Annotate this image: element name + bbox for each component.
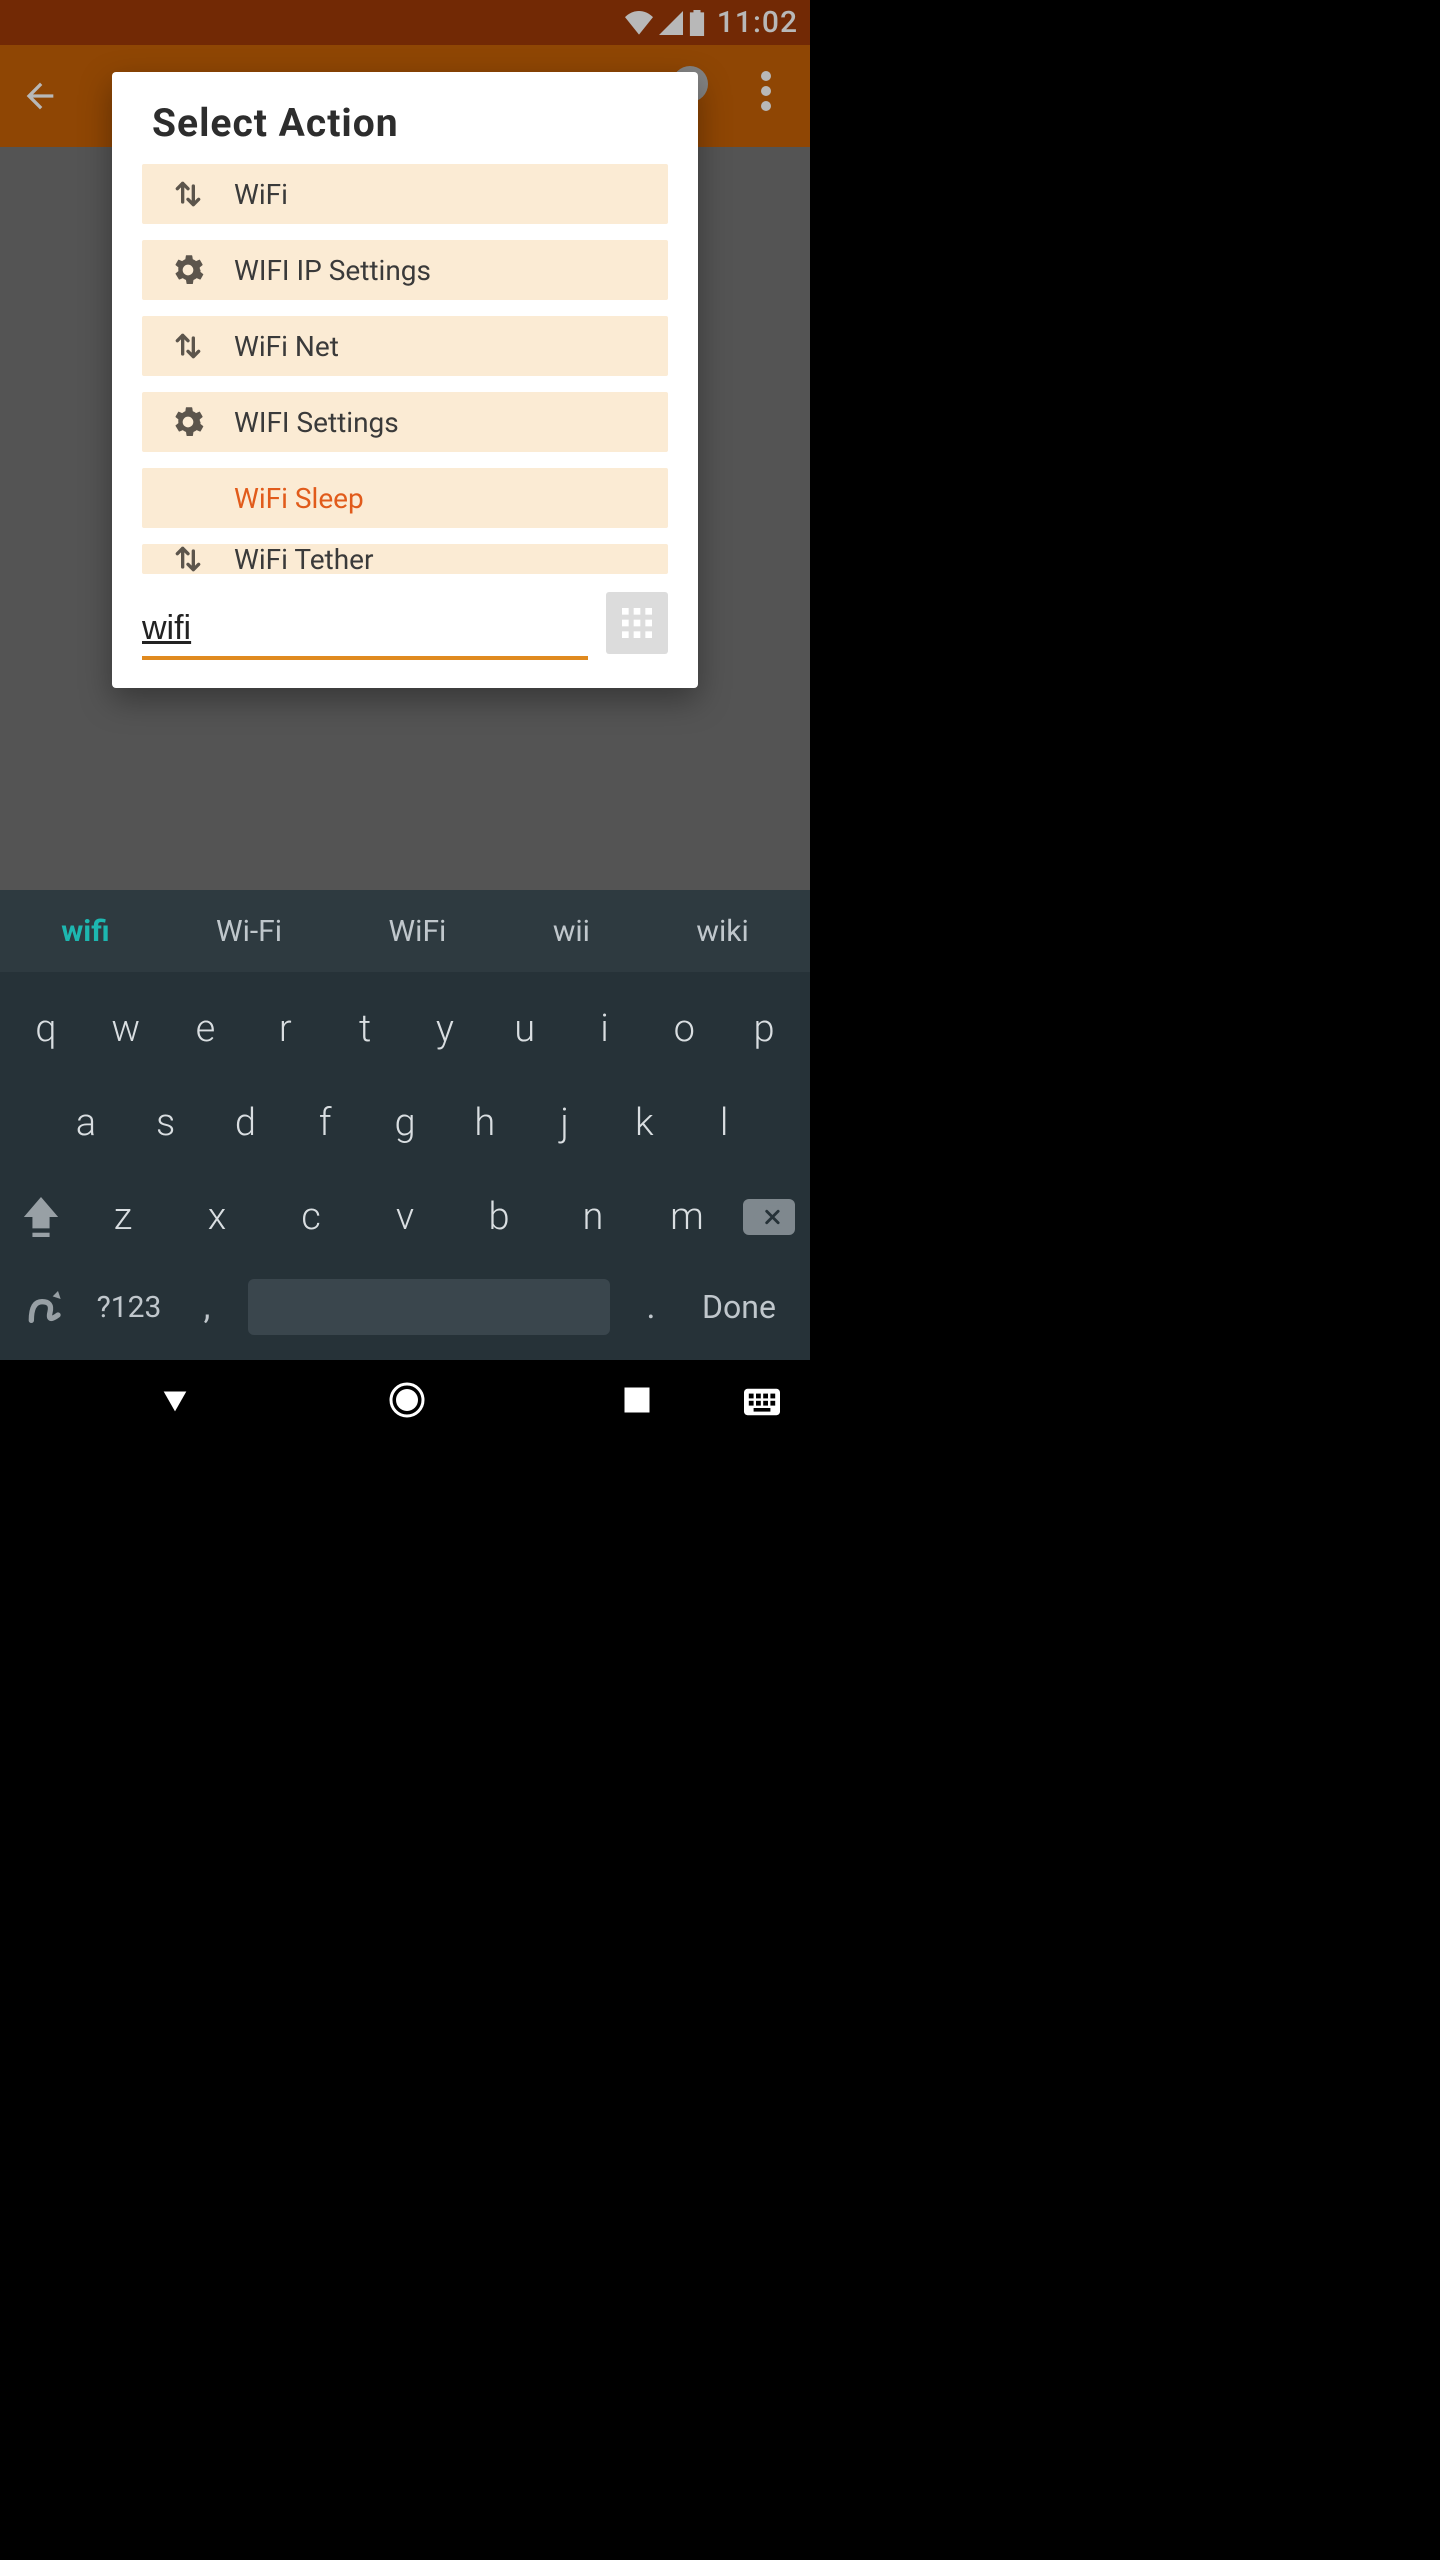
- suggestion[interactable]: wiki: [682, 904, 762, 959]
- key-z[interactable]: z: [76, 1179, 170, 1255]
- dialog-title: Select Action: [112, 72, 698, 164]
- key-s[interactable]: s: [126, 1085, 206, 1161]
- action-label: WIFI Settings: [234, 406, 399, 439]
- key-f[interactable]: f: [285, 1085, 365, 1161]
- nav-home-button[interactable]: [387, 1380, 427, 1420]
- key-row-2: asdfghjkl: [6, 1085, 804, 1161]
- action-item[interactable]: WiFi Net: [142, 316, 668, 376]
- swap-icon: [142, 544, 234, 574]
- gesture-typing-key[interactable]: [16, 1288, 76, 1326]
- key-row-1: qwertyuiop: [6, 991, 804, 1067]
- dialog-search-row: [112, 574, 698, 668]
- action-list: WiFi WIFI IP Settings WiFi Net WIFI Setting…: [112, 164, 698, 574]
- key-n[interactable]: n: [546, 1179, 640, 1255]
- suggestion-bar: wifi Wi-Fi WiFi wii wiki: [0, 890, 810, 972]
- key-x[interactable]: x: [170, 1179, 264, 1255]
- key-v[interactable]: v: [358, 1179, 452, 1255]
- nav-recents-button[interactable]: [622, 1385, 652, 1415]
- swap-icon: [142, 178, 234, 210]
- symbols-key[interactable]: ?123: [84, 1290, 174, 1325]
- key-l[interactable]: l: [684, 1085, 764, 1161]
- key-d[interactable]: d: [206, 1085, 286, 1161]
- action-label: WIFI IP Settings: [234, 254, 431, 287]
- key-p[interactable]: p: [724, 991, 804, 1067]
- swap-icon: [142, 330, 234, 362]
- key-b[interactable]: b: [452, 1179, 546, 1255]
- key-g[interactable]: g: [365, 1085, 445, 1161]
- key-i[interactable]: i: [565, 991, 645, 1067]
- key-h[interactable]: h: [445, 1085, 525, 1161]
- gear-icon: [142, 406, 234, 438]
- space-key[interactable]: [248, 1279, 610, 1335]
- key-j[interactable]: j: [525, 1085, 605, 1161]
- key-o[interactable]: o: [644, 991, 724, 1067]
- shift-key[interactable]: [6, 1197, 76, 1237]
- key-m[interactable]: m: [640, 1179, 734, 1255]
- action-item[interactable]: WIFI Settings: [142, 392, 668, 452]
- key-u[interactable]: u: [485, 991, 565, 1067]
- key-k[interactable]: k: [604, 1085, 684, 1161]
- comma-key[interactable]: ,: [182, 1287, 232, 1327]
- backspace-key[interactable]: [734, 1199, 804, 1235]
- key-row-3: zxcvbnm: [6, 1179, 804, 1255]
- key-row-bottom: ?123 , . Done: [6, 1273, 804, 1349]
- grid-view-button[interactable]: [606, 592, 668, 654]
- action-item[interactable]: WiFi Tether: [142, 544, 668, 574]
- suggestion[interactable]: wii: [539, 904, 604, 959]
- navigation-bar: [0, 1360, 810, 1440]
- gear-icon: [142, 254, 234, 286]
- nav-back-button[interactable]: [158, 1383, 192, 1417]
- action-label: WiFi Tether: [234, 544, 373, 574]
- suggestion[interactable]: wifi: [47, 904, 123, 959]
- key-y[interactable]: y: [405, 991, 485, 1067]
- suggestion[interactable]: Wi-Fi: [202, 904, 296, 959]
- key-r[interactable]: r: [245, 991, 325, 1067]
- key-t[interactable]: t: [325, 991, 405, 1067]
- action-label: WiFi: [234, 178, 288, 211]
- action-item[interactable]: WiFi Sleep: [142, 468, 668, 528]
- action-label: WiFi Net: [234, 330, 339, 363]
- soft-keyboard: wifi Wi-Fi WiFi wii wiki qwertyuiop asdfghjk…: [0, 890, 810, 1360]
- action-item[interactable]: WiFi: [142, 164, 668, 224]
- select-action-dialog: Select Action WiFi WIFI IP Settings WiFi N…: [112, 72, 698, 688]
- key-c[interactable]: c: [264, 1179, 358, 1255]
- action-label: WiFi Sleep: [234, 482, 364, 515]
- ime-switch-button[interactable]: [744, 1388, 780, 1420]
- done-key[interactable]: Done: [684, 1288, 794, 1326]
- key-q[interactable]: q: [6, 991, 86, 1067]
- period-key[interactable]: .: [626, 1287, 676, 1327]
- key-a[interactable]: a: [46, 1085, 126, 1161]
- action-search-input[interactable]: [142, 603, 588, 660]
- action-item[interactable]: WIFI IP Settings: [142, 240, 668, 300]
- key-e[interactable]: e: [166, 991, 246, 1067]
- suggestion[interactable]: WiFi: [375, 904, 461, 959]
- key-w[interactable]: w: [86, 991, 166, 1067]
